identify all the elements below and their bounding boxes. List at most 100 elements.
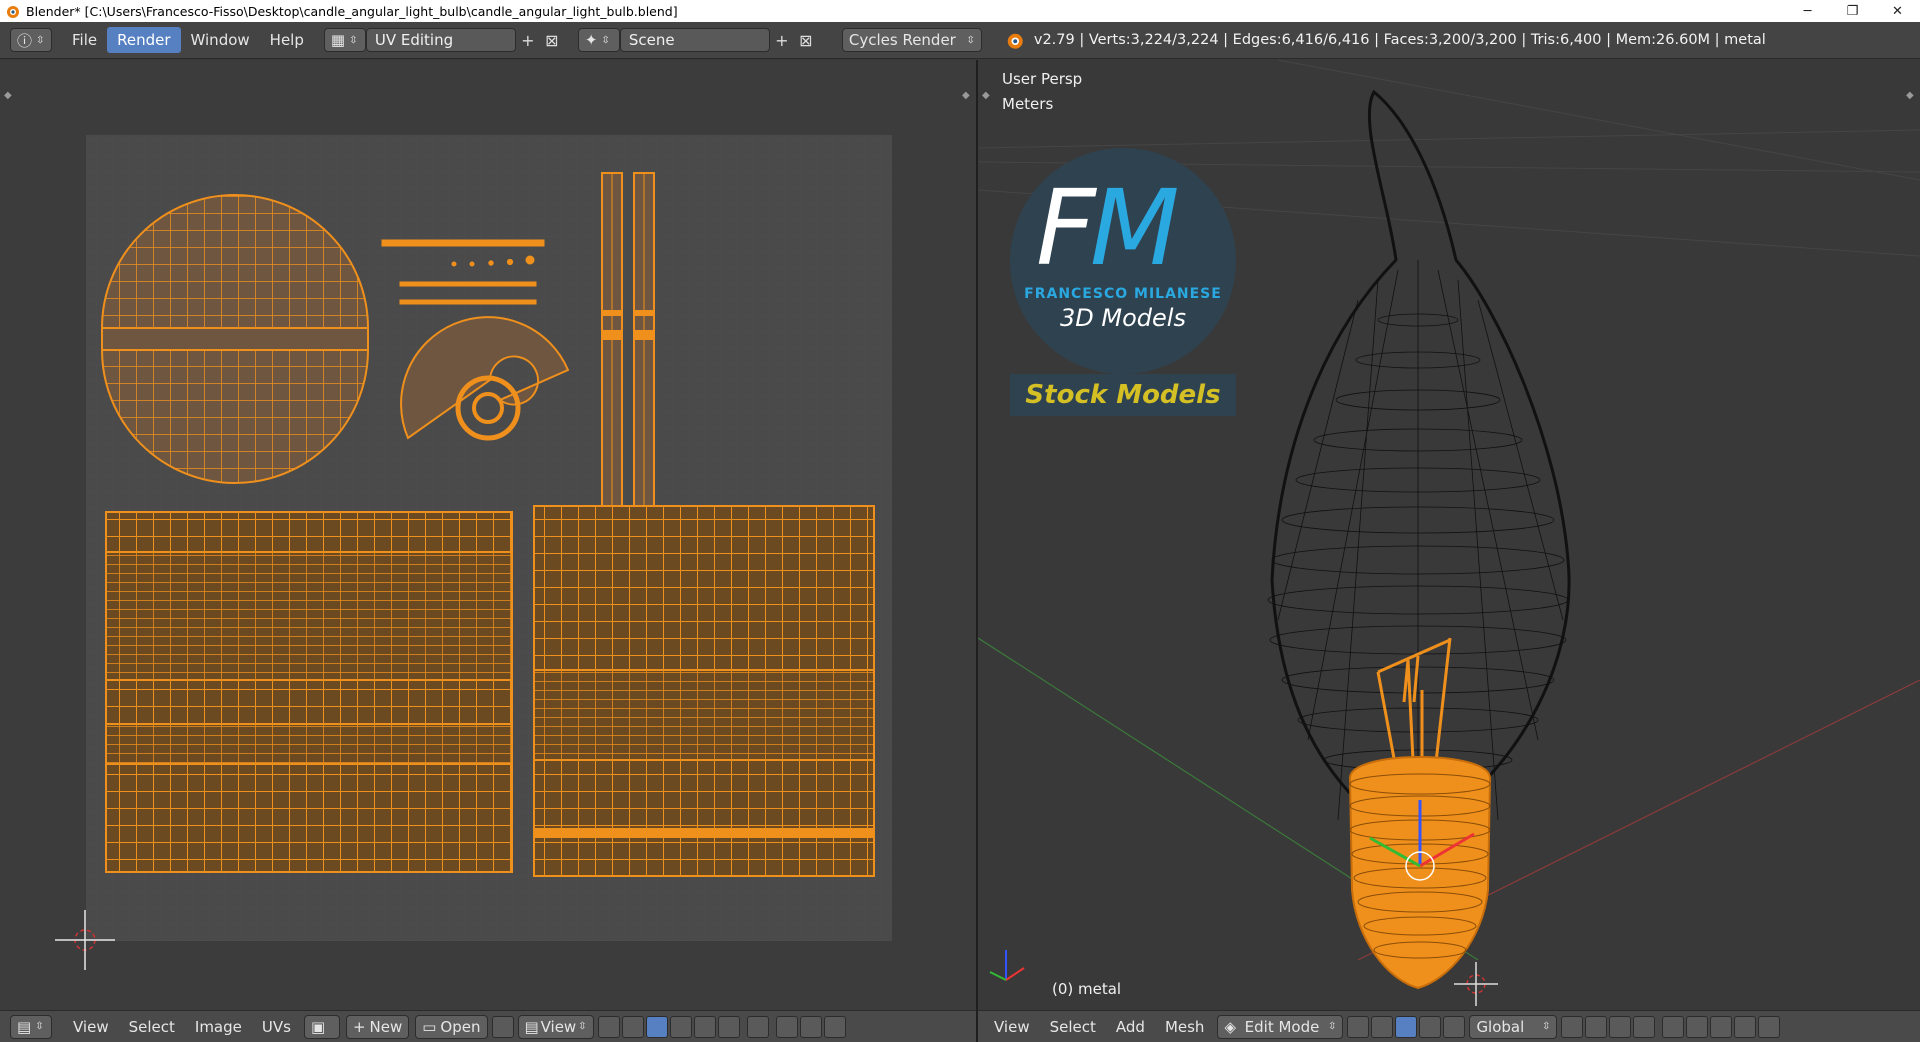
remove-layout-icon[interactable]: ⊠ [540, 28, 564, 52]
render-engine-dropdown[interactable]: Cycles Render ⇳ [841, 28, 982, 52]
new-image-button[interactable]: + New [345, 1014, 410, 1039]
logo-letter-m: M [1089, 167, 1180, 289]
proportional-edit-icon[interactable] [775, 1015, 798, 1038]
shading-icon[interactable] [1347, 1015, 1370, 1038]
chevron-updown-icon: ⇳ [1542, 1021, 1551, 1032]
window-title: Blender* [C:\Users\Francesco-Fisso\Deskt… [26, 3, 678, 19]
scene-stats: v2.79 | Verts:3,224/3,224 | Edges:6,416/… [1033, 32, 1766, 48]
view-mode-label: View [540, 1017, 577, 1036]
units-label: Meters [1002, 95, 1054, 113]
uv-menu-view[interactable]: View [63, 1018, 119, 1036]
image-editor-icon: ▤ [17, 1017, 32, 1036]
face-select-icon[interactable] [693, 1015, 716, 1038]
vertex-mode-icon[interactable] [1585, 1015, 1608, 1038]
snap-element-icon[interactable] [823, 1015, 846, 1038]
translate-icon[interactable] [1419, 1015, 1442, 1038]
layer-icon[interactable] [1561, 1015, 1584, 1038]
snap-element-icon[interactable] [1710, 1015, 1733, 1038]
menu-window[interactable]: Window [181, 27, 260, 53]
face-mode-icon[interactable] [1633, 1015, 1656, 1038]
add-layout-icon[interactable]: + [516, 28, 540, 52]
chevron-updown-icon: ⇳ [578, 1021, 587, 1032]
scene-field[interactable]: Scene [619, 28, 770, 52]
3d-cursor-icon[interactable] [1454, 962, 1498, 1006]
panel-expand-left-icon[interactable]: ◆ [982, 90, 990, 101]
pin-icon[interactable] [491, 1015, 514, 1038]
pivot-icon[interactable] [597, 1015, 620, 1038]
info-header: ⓘ ⇳ File Render Window Help ▦ ⇳ UV Editing… [0, 22, 1920, 59]
logo-letter-f: F [1036, 167, 1096, 289]
folder-icon: ▭ [422, 1017, 437, 1036]
stock-models-banner: Stock Models [1010, 374, 1236, 416]
viewport-menu-mesh[interactable]: Mesh [1155, 1018, 1215, 1036]
camera-icon[interactable] [1758, 1015, 1781, 1038]
fm-logo: FM FRANCESCO MILANESE 3D Models [1010, 148, 1236, 374]
minimize-button[interactable]: ─ [1785, 0, 1830, 22]
scene-icon: ✦ [584, 31, 598, 49]
sticky-mode-icon[interactable] [746, 1015, 769, 1038]
interaction-mode-dropdown[interactable]: ◈ Edit Mode ⇳ [1217, 1014, 1344, 1039]
info-icon: ⓘ [17, 31, 33, 50]
edit-mode-icon: ◈ [1224, 1017, 1236, 1036]
close-button[interactable]: ✕ [1875, 0, 1920, 22]
snap-icon[interactable] [799, 1015, 822, 1038]
image-browse-dropdown[interactable]: ▣ [303, 1014, 340, 1039]
uv-island-sphere[interactable] [100, 194, 370, 484]
viewport-menu-add[interactable]: Add [1106, 1018, 1155, 1036]
image-icon: ▣ [310, 1017, 326, 1036]
viewport-menu-view[interactable]: View [978, 1018, 1040, 1036]
uv-canvas[interactable]: ◆ ◆ [0, 60, 976, 1010]
uv-island-grid-left[interactable] [105, 511, 513, 873]
interaction-mode-label: Edit Mode [1244, 1017, 1320, 1036]
chevron-updown-icon: ⇳ [601, 34, 610, 46]
editor-type-info-dropdown[interactable]: ⓘ ⇳ [10, 28, 52, 52]
chevron-updown-icon: ⇳ [1328, 1021, 1337, 1032]
uv-menu-select[interactable]: Select [119, 1018, 185, 1036]
window-titlebar: Blender* [C:\Users\Francesco-Fisso\Deskt… [0, 0, 1920, 22]
screen-layout-icon-dropdown[interactable]: ▦ ⇳ [323, 28, 366, 52]
editor-type-image-dropdown[interactable]: ▤ ⇳ [10, 1014, 52, 1039]
blender-logo-icon [7, 6, 19, 18]
panel-expand-left-icon[interactable]: ◆ [4, 90, 12, 101]
uv-menu-image[interactable]: Image [185, 1018, 252, 1036]
chevron-updown-icon: ⇳ [966, 34, 975, 46]
remove-scene-icon[interactable]: ⊠ [794, 28, 818, 52]
snap-icon[interactable] [1686, 1015, 1709, 1038]
add-scene-icon[interactable]: + [770, 28, 794, 52]
island-select-icon[interactable] [717, 1015, 740, 1038]
sync-selection-icon[interactable] [621, 1015, 644, 1038]
logo-name: FRANCESCO MILANESE [1024, 286, 1222, 302]
edge-mode-icon[interactable] [1609, 1015, 1632, 1038]
open-image-button[interactable]: ▭ Open [415, 1014, 488, 1039]
open-image-label: Open [440, 1017, 481, 1036]
render-preview-icon[interactable] [1734, 1015, 1757, 1038]
active-object-label: (0) metal [1052, 980, 1122, 998]
panel-expand-right-icon[interactable]: ◆ [1906, 90, 1914, 101]
menu-help[interactable]: Help [260, 27, 314, 53]
transform-orientation-dropdown[interactable]: Global ⇳ [1469, 1014, 1558, 1039]
uv-editor-header: ▤ ⇳ View Select Image UVs ▣ + New ▭ Open ▤ V… [0, 1010, 976, 1042]
maximize-button[interactable]: ❐ [1830, 0, 1875, 22]
uv-menu-uvs[interactable]: UVs [252, 1018, 301, 1036]
manipulator-icon[interactable] [1395, 1015, 1418, 1038]
screen-layout-field[interactable]: UV Editing [365, 28, 516, 52]
axis-gizmo-icon [989, 950, 1025, 981]
chevron-updown-icon: ⇳ [35, 1021, 44, 1032]
vertex-select-icon[interactable] [645, 1015, 668, 1038]
menu-file[interactable]: File [62, 27, 107, 53]
edge-select-icon[interactable] [669, 1015, 692, 1038]
scene-icon-dropdown[interactable]: ✦ ⇳ [577, 28, 620, 52]
rotate-icon[interactable] [1443, 1015, 1466, 1038]
menu-render[interactable]: Render [107, 27, 181, 53]
chevron-updown-icon: ⇳ [349, 34, 358, 46]
logo-tagline: 3D Models [1060, 304, 1186, 332]
panel-expand-right-icon[interactable]: ◆ [962, 90, 970, 101]
view-mode-icon: ▤ [524, 1017, 539, 1036]
proportional-edit-icon[interactable] [1662, 1015, 1685, 1038]
uv-island-grid-right[interactable] [533, 505, 875, 877]
uv-image-editor[interactable]: ◆ ◆ [0, 60, 976, 1010]
view-mode-dropdown[interactable]: ▤ View ⇳ [517, 1014, 594, 1039]
pivot-point-icon[interactable] [1371, 1015, 1394, 1038]
render-engine-label: Cycles Render [848, 31, 956, 49]
viewport-menu-select[interactable]: Select [1040, 1018, 1106, 1036]
